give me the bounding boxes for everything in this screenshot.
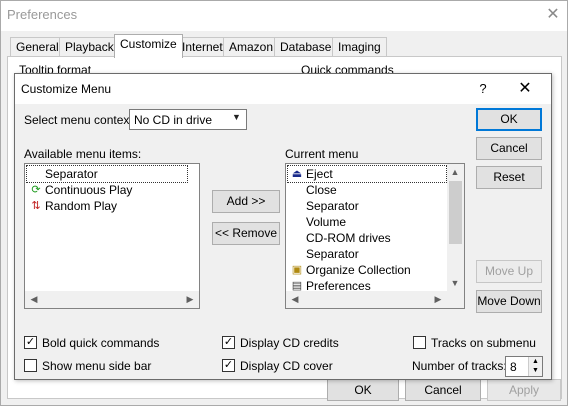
bold-quick-commands-label: Bold quick commands	[42, 336, 160, 350]
reset-button[interactable]: Reset	[476, 166, 542, 189]
preferences-apply-button[interactable]: Apply	[487, 379, 561, 401]
tab-amazon[interactable]: Amazon	[223, 37, 280, 57]
show-menu-side-bar-label: Show menu side bar	[42, 359, 152, 373]
list-item-label: CD-ROM drives	[306, 231, 391, 245]
preferences-title: Preferences	[7, 7, 78, 22]
list-item-label: Organize Collection	[306, 263, 411, 277]
tab-customize[interactable]: Customize	[114, 34, 183, 58]
number-of-tracks-spinner[interactable]: 8 ▲ ▼	[505, 356, 543, 377]
tab-imaging[interactable]: Imaging	[332, 37, 387, 57]
display-cd-cover-label: Display CD cover	[240, 359, 333, 373]
preferences-ok-button[interactable]: OK	[327, 379, 399, 401]
list-item-label: Separator	[306, 199, 359, 213]
chevron-down-icon: ▼	[232, 112, 241, 122]
tracks-on-submenu-checkbox[interactable]	[413, 336, 426, 349]
add-button[interactable]: Add >>	[212, 190, 280, 213]
scroll-right-icon[interactable]: ▶	[430, 291, 446, 307]
close-icon[interactable]: ✕	[515, 78, 535, 100]
tab-playback[interactable]: Playback	[59, 37, 120, 57]
remove-button[interactable]: << Remove	[212, 222, 280, 245]
list-item-label: Volume	[306, 215, 347, 229]
tab-general[interactable]: General	[10, 37, 65, 57]
available-items-label: Available menu items:	[24, 147, 142, 161]
current-list-hscrollbar[interactable]: ◀ ▶	[286, 291, 464, 308]
scroll-right-icon[interactable]: ▶	[182, 291, 198, 307]
dialog-title: Customize Menu	[21, 82, 112, 96]
eject-icon: ⏏	[291, 168, 303, 180]
menu-context-value: No CD in drive	[134, 113, 213, 127]
list-item-label: Close	[306, 183, 337, 197]
preferences-cancel-button[interactable]: Cancel	[405, 379, 481, 401]
list-item-label: Separator	[306, 247, 359, 261]
spin-down-icon[interactable]: ▼	[528, 366, 542, 376]
scroll-up-icon[interactable]: ▲	[447, 164, 463, 180]
organize-icon: ▣	[291, 264, 303, 276]
current-list-vscrollbar[interactable]: ▲ ▼	[447, 164, 464, 291]
move-down-button[interactable]: Move Down	[476, 290, 542, 313]
display-cd-credits-label: Display CD credits	[240, 336, 339, 350]
current-menu-label: Current menu	[285, 147, 359, 161]
number-of-tracks-value: 8	[510, 360, 517, 374]
loop-icon: ⟳	[31, 184, 41, 196]
display-cd-cover-checkbox[interactable]: ✓	[222, 359, 235, 372]
list-item-label: Separator	[45, 167, 98, 181]
preferences-close-icon[interactable]: ✕	[543, 4, 563, 26]
preferences-titlebar: Preferences ✕	[1, 1, 567, 31]
current-menu-list[interactable]: ⏏ Eject Close Separator Volume CD-ROM dr…	[285, 163, 465, 309]
menu-context-select[interactable]: No CD in drive ▼	[129, 109, 247, 130]
shuffle-icon: ⇅	[31, 200, 41, 212]
list-item-label: Random Play	[45, 199, 118, 213]
list-item-label: Eject	[306, 167, 333, 181]
scroll-down-icon[interactable]: ▼	[447, 275, 463, 291]
dialog-titlebar: Customize Menu ? ✕	[15, 74, 551, 104]
show-menu-side-bar-checkbox[interactable]	[24, 359, 37, 372]
scrollbar-thumb[interactable]	[449, 181, 462, 244]
customize-menu-dialog: Customize Menu ? ✕ Select menu context: …	[14, 73, 552, 380]
available-items-list[interactable]: Separator ⟳ Continuous Play ⇅ Random Pla…	[24, 163, 200, 309]
tracks-on-submenu-label: Tracks on submenu	[431, 336, 536, 350]
tab-database[interactable]: Database	[274, 37, 338, 57]
scroll-left-icon[interactable]: ◀	[26, 291, 42, 307]
list-item[interactable]: ⏏ Eject	[287, 165, 447, 183]
number-of-tracks-label: Number of tracks:	[412, 359, 507, 373]
available-list-hscrollbar[interactable]: ◀ ▶	[25, 291, 199, 308]
spin-up-icon[interactable]: ▲	[528, 357, 542, 366]
list-item[interactable]: Separator	[26, 165, 188, 183]
bold-quick-commands-checkbox[interactable]: ✓	[24, 336, 37, 349]
menu-context-label: Select menu context:	[24, 113, 137, 127]
ok-button[interactable]: OK	[476, 108, 542, 131]
move-up-button[interactable]: Move Up	[476, 260, 542, 283]
tab-internet[interactable]: Internet	[176, 37, 229, 57]
scroll-left-icon[interactable]: ◀	[287, 291, 303, 307]
display-cd-credits-checkbox[interactable]: ✓	[222, 336, 235, 349]
cancel-button[interactable]: Cancel	[476, 137, 542, 160]
list-item-label: Continuous Play	[45, 183, 133, 197]
help-icon[interactable]: ?	[475, 79, 491, 99]
